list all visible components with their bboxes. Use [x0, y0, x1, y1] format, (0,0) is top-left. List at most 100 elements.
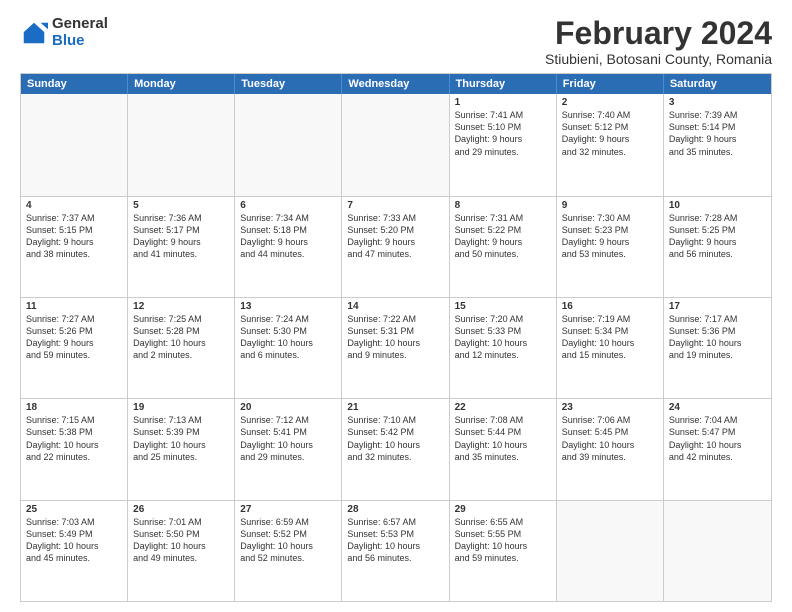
- calendar: SundayMondayTuesdayWednesdayThursdayFrid…: [20, 73, 772, 602]
- day-info: Sunrise: 7:06 AMSunset: 5:45 PMDaylight:…: [562, 414, 658, 463]
- day-number: 8: [455, 200, 551, 211]
- day-number: 3: [669, 97, 766, 108]
- day-number: 13: [240, 301, 336, 312]
- day-info: Sunrise: 7:12 AMSunset: 5:41 PMDaylight:…: [240, 414, 336, 463]
- day-info: Sunrise: 7:36 AMSunset: 5:17 PMDaylight:…: [133, 212, 229, 261]
- day-number: 19: [133, 402, 229, 413]
- calendar-cell: [235, 94, 342, 195]
- day-info: Sunrise: 7:37 AMSunset: 5:15 PMDaylight:…: [26, 212, 122, 261]
- calendar-cell: 13Sunrise: 7:24 AMSunset: 5:30 PMDayligh…: [235, 298, 342, 398]
- day-info: Sunrise: 6:55 AMSunset: 5:55 PMDaylight:…: [455, 516, 551, 565]
- calendar-cell: 12Sunrise: 7:25 AMSunset: 5:28 PMDayligh…: [128, 298, 235, 398]
- calendar-row-0: 1Sunrise: 7:41 AMSunset: 5:10 PMDaylight…: [21, 94, 771, 195]
- calendar-row-2: 11Sunrise: 7:27 AMSunset: 5:26 PMDayligh…: [21, 297, 771, 398]
- day-info: Sunrise: 7:27 AMSunset: 5:26 PMDaylight:…: [26, 313, 122, 362]
- calendar-cell: 22Sunrise: 7:08 AMSunset: 5:44 PMDayligh…: [450, 399, 557, 499]
- day-number: 27: [240, 504, 336, 515]
- calendar-cell: 27Sunrise: 6:59 AMSunset: 5:52 PMDayligh…: [235, 501, 342, 601]
- day-info: Sunrise: 7:39 AMSunset: 5:14 PMDaylight:…: [669, 109, 766, 158]
- day-info: Sunrise: 7:10 AMSunset: 5:42 PMDaylight:…: [347, 414, 443, 463]
- day-info: Sunrise: 6:59 AMSunset: 5:52 PMDaylight:…: [240, 516, 336, 565]
- calendar-cell: [128, 94, 235, 195]
- calendar-cell: [557, 501, 664, 601]
- day-info: Sunrise: 7:25 AMSunset: 5:28 PMDaylight:…: [133, 313, 229, 362]
- header-day-saturday: Saturday: [664, 74, 771, 94]
- day-info: Sunrise: 7:40 AMSunset: 5:12 PMDaylight:…: [562, 109, 658, 158]
- day-info: Sunrise: 7:13 AMSunset: 5:39 PMDaylight:…: [133, 414, 229, 463]
- day-info: Sunrise: 7:33 AMSunset: 5:20 PMDaylight:…: [347, 212, 443, 261]
- calendar-header: SundayMondayTuesdayWednesdayThursdayFrid…: [21, 74, 771, 94]
- calendar-cell: 19Sunrise: 7:13 AMSunset: 5:39 PMDayligh…: [128, 399, 235, 499]
- day-number: 18: [26, 402, 122, 413]
- calendar-cell: 6Sunrise: 7:34 AMSunset: 5:18 PMDaylight…: [235, 197, 342, 297]
- day-info: Sunrise: 7:41 AMSunset: 5:10 PMDaylight:…: [455, 109, 551, 158]
- header: General Blue February 2024 Stiubieni, Bo…: [20, 16, 772, 67]
- day-info: Sunrise: 7:01 AMSunset: 5:50 PMDaylight:…: [133, 516, 229, 565]
- calendar-row-4: 25Sunrise: 7:03 AMSunset: 5:49 PMDayligh…: [21, 500, 771, 601]
- day-info: Sunrise: 6:57 AMSunset: 5:53 PMDaylight:…: [347, 516, 443, 565]
- day-info: Sunrise: 7:31 AMSunset: 5:22 PMDaylight:…: [455, 212, 551, 261]
- calendar-cell: 1Sunrise: 7:41 AMSunset: 5:10 PMDaylight…: [450, 94, 557, 195]
- day-info: Sunrise: 7:17 AMSunset: 5:36 PMDaylight:…: [669, 313, 766, 362]
- calendar-cell: 4Sunrise: 7:37 AMSunset: 5:15 PMDaylight…: [21, 197, 128, 297]
- day-number: 1: [455, 97, 551, 108]
- header-day-friday: Friday: [557, 74, 664, 94]
- calendar-cell: 8Sunrise: 7:31 AMSunset: 5:22 PMDaylight…: [450, 197, 557, 297]
- day-number: 10: [669, 200, 766, 211]
- day-number: 2: [562, 97, 658, 108]
- calendar-cell: 17Sunrise: 7:17 AMSunset: 5:36 PMDayligh…: [664, 298, 771, 398]
- day-number: 16: [562, 301, 658, 312]
- calendar-cell: 5Sunrise: 7:36 AMSunset: 5:17 PMDaylight…: [128, 197, 235, 297]
- calendar-cell: 20Sunrise: 7:12 AMSunset: 5:41 PMDayligh…: [235, 399, 342, 499]
- calendar-cell: 10Sunrise: 7:28 AMSunset: 5:25 PMDayligh…: [664, 197, 771, 297]
- calendar-cell: 3Sunrise: 7:39 AMSunset: 5:14 PMDaylight…: [664, 94, 771, 195]
- header-day-wednesday: Wednesday: [342, 74, 449, 94]
- title-area: February 2024 Stiubieni, Botosani County…: [545, 16, 772, 67]
- calendar-cell: 24Sunrise: 7:04 AMSunset: 5:47 PMDayligh…: [664, 399, 771, 499]
- calendar-cell: [342, 94, 449, 195]
- logo-icon: [20, 19, 48, 47]
- main-title: February 2024: [545, 16, 772, 51]
- logo-text: General Blue: [52, 16, 108, 49]
- day-number: 17: [669, 301, 766, 312]
- calendar-cell: 26Sunrise: 7:01 AMSunset: 5:50 PMDayligh…: [128, 501, 235, 601]
- day-number: 5: [133, 200, 229, 211]
- day-number: 12: [133, 301, 229, 312]
- day-info: Sunrise: 7:20 AMSunset: 5:33 PMDaylight:…: [455, 313, 551, 362]
- subtitle: Stiubieni, Botosani County, Romania: [545, 51, 772, 67]
- day-info: Sunrise: 7:22 AMSunset: 5:31 PMDaylight:…: [347, 313, 443, 362]
- header-day-tuesday: Tuesday: [235, 74, 342, 94]
- day-number: 22: [455, 402, 551, 413]
- day-number: 6: [240, 200, 336, 211]
- header-day-sunday: Sunday: [21, 74, 128, 94]
- day-info: Sunrise: 7:19 AMSunset: 5:34 PMDaylight:…: [562, 313, 658, 362]
- calendar-cell: 2Sunrise: 7:40 AMSunset: 5:12 PMDaylight…: [557, 94, 664, 195]
- header-day-monday: Monday: [128, 74, 235, 94]
- day-number: 25: [26, 504, 122, 515]
- day-info: Sunrise: 7:04 AMSunset: 5:47 PMDaylight:…: [669, 414, 766, 463]
- day-info: Sunrise: 7:08 AMSunset: 5:44 PMDaylight:…: [455, 414, 551, 463]
- day-number: 23: [562, 402, 658, 413]
- calendar-cell: [664, 501, 771, 601]
- calendar-cell: 21Sunrise: 7:10 AMSunset: 5:42 PMDayligh…: [342, 399, 449, 499]
- calendar-cell: 11Sunrise: 7:27 AMSunset: 5:26 PMDayligh…: [21, 298, 128, 398]
- page: General Blue February 2024 Stiubieni, Bo…: [0, 0, 792, 612]
- day-number: 4: [26, 200, 122, 211]
- day-number: 15: [455, 301, 551, 312]
- day-info: Sunrise: 7:30 AMSunset: 5:23 PMDaylight:…: [562, 212, 658, 261]
- calendar-cell: [21, 94, 128, 195]
- calendar-row-1: 4Sunrise: 7:37 AMSunset: 5:15 PMDaylight…: [21, 196, 771, 297]
- calendar-cell: 29Sunrise: 6:55 AMSunset: 5:55 PMDayligh…: [450, 501, 557, 601]
- calendar-row-3: 18Sunrise: 7:15 AMSunset: 5:38 PMDayligh…: [21, 398, 771, 499]
- calendar-cell: 23Sunrise: 7:06 AMSunset: 5:45 PMDayligh…: [557, 399, 664, 499]
- day-number: 24: [669, 402, 766, 413]
- calendar-cell: 7Sunrise: 7:33 AMSunset: 5:20 PMDaylight…: [342, 197, 449, 297]
- logo-blue: Blue: [52, 33, 108, 50]
- calendar-cell: 25Sunrise: 7:03 AMSunset: 5:49 PMDayligh…: [21, 501, 128, 601]
- calendar-body: 1Sunrise: 7:41 AMSunset: 5:10 PMDaylight…: [21, 94, 771, 601]
- day-info: Sunrise: 7:28 AMSunset: 5:25 PMDaylight:…: [669, 212, 766, 261]
- calendar-cell: 16Sunrise: 7:19 AMSunset: 5:34 PMDayligh…: [557, 298, 664, 398]
- calendar-cell: 9Sunrise: 7:30 AMSunset: 5:23 PMDaylight…: [557, 197, 664, 297]
- calendar-cell: 18Sunrise: 7:15 AMSunset: 5:38 PMDayligh…: [21, 399, 128, 499]
- day-info: Sunrise: 7:03 AMSunset: 5:49 PMDaylight:…: [26, 516, 122, 565]
